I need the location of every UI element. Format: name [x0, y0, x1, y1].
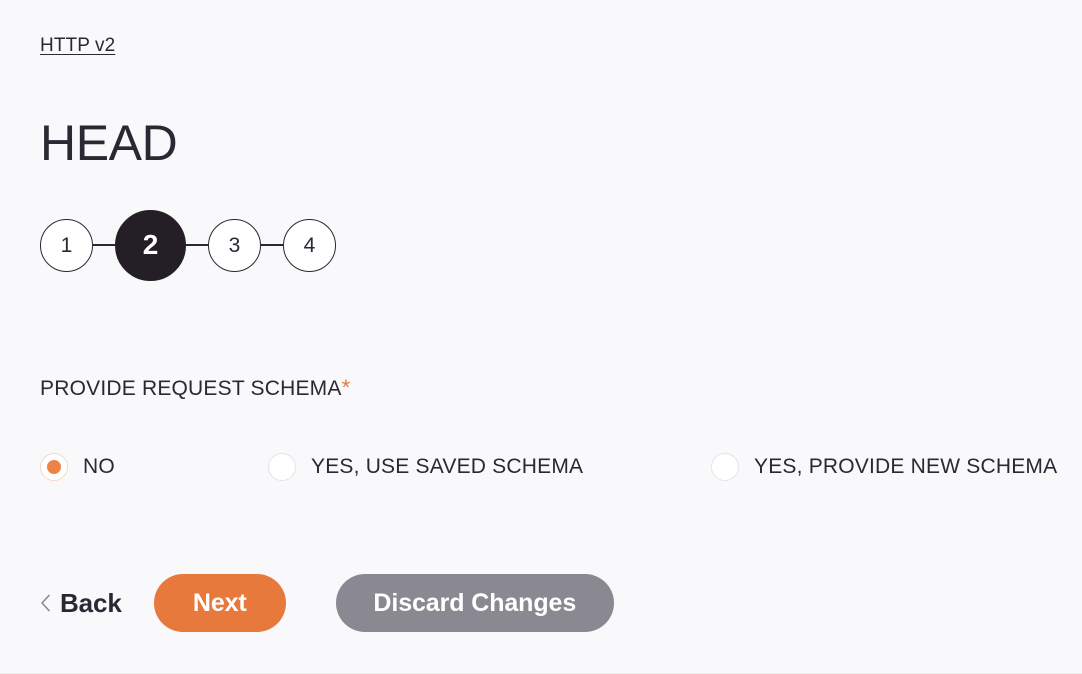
radio-option-no[interactable]: NO: [40, 449, 115, 485]
radio-mark-no[interactable]: [40, 453, 68, 481]
discard-changes-button[interactable]: Discard Changes: [335, 574, 614, 632]
radio-mark-yes-use-saved-schema[interactable]: [268, 453, 296, 481]
radio-dot-icon: [47, 460, 61, 474]
back-button-label: Back: [60, 588, 122, 618]
radio-label-yes-use-saved-schema: YES, USE SAVED SCHEMA: [311, 455, 584, 478]
radio-option-yes-provide-new-schema[interactable]: YES, PROVIDE NEW SCHEMA: [711, 449, 1057, 485]
field-label-text: PROVIDE REQUEST SCHEMA: [40, 377, 342, 400]
step-3[interactable]: 3: [208, 218, 261, 272]
chevron-left-icon: [41, 594, 50, 612]
radio-group-provide-request-schema: NO YES, USE SAVED SCHEMA YES, PROVIDE NE…: [40, 449, 1057, 485]
step-indicator: 1 2 3 4: [40, 209, 336, 281]
step-connector-2-3: [186, 244, 208, 246]
radio-mark-yes-provide-new-schema[interactable]: [711, 453, 739, 481]
radio-label-yes-provide-new-schema: YES, PROVIDE NEW SCHEMA: [754, 455, 1058, 478]
breadcrumb: HTTP v2: [40, 34, 115, 58]
step-2[interactable]: 2: [115, 209, 186, 281]
page-title: HEAD: [40, 115, 178, 171]
step-1[interactable]: 1: [40, 218, 93, 272]
radio-label-no: NO: [83, 455, 115, 478]
step-4[interactable]: 4: [283, 218, 336, 272]
breadcrumb-link-http-v2[interactable]: HTTP v2: [40, 34, 115, 58]
next-button[interactable]: Next: [153, 574, 286, 632]
wizard-page: HTTP v2 HEAD 1 2 3 4 PROVIDE REQUEST SCH…: [0, 0, 1082, 674]
required-asterisk: *: [341, 375, 351, 400]
radio-option-yes-use-saved-schema[interactable]: YES, USE SAVED SCHEMA: [268, 449, 583, 485]
step-connector-3-4: [261, 244, 283, 246]
field-label-provide-request-schema: PROVIDE REQUEST SCHEMA*: [40, 375, 350, 402]
action-bar: Back Next Discard Changes: [40, 574, 614, 632]
step-connector-1-2: [93, 244, 115, 246]
back-button[interactable]: Back: [40, 588, 136, 618]
